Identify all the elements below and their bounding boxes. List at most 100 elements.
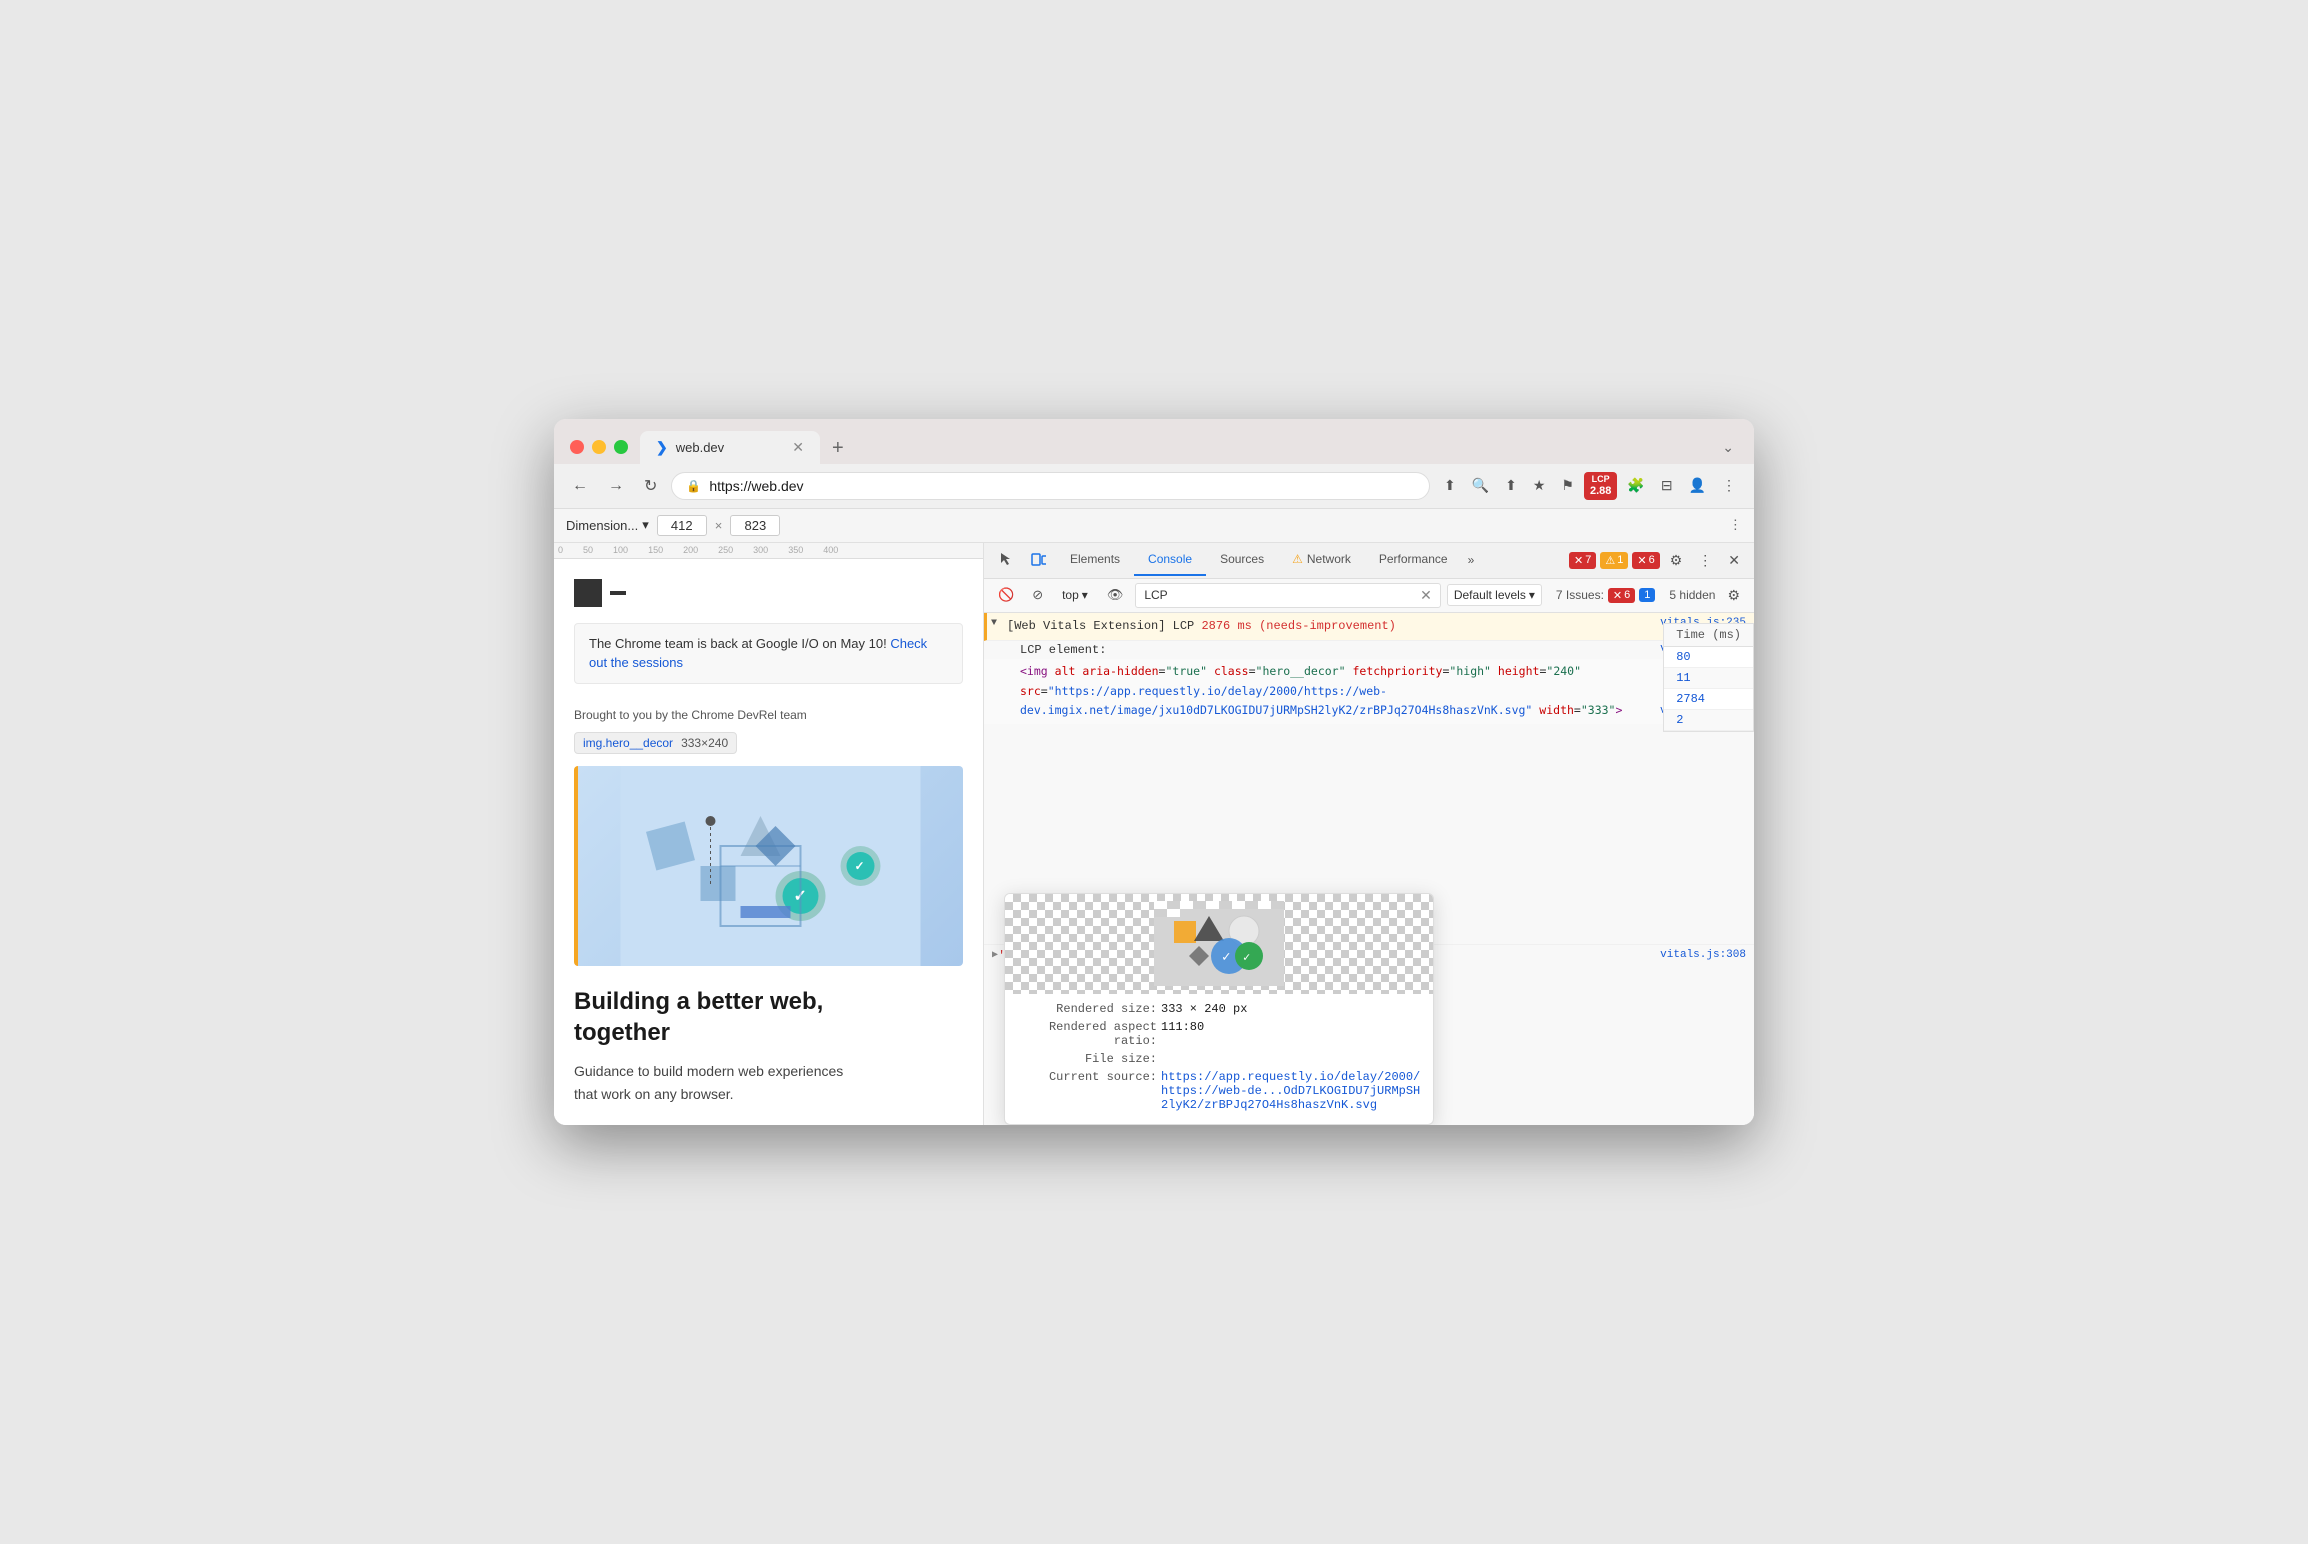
address-bar[interactable]: 🔒 https://web.dev bbox=[671, 472, 1430, 500]
time-row-2: 11 bbox=[1664, 668, 1753, 689]
devtools-tabs: Elements Console Sources ⚠ Network Perfo… bbox=[1056, 544, 1565, 576]
console-tab[interactable]: Console bbox=[1134, 544, 1206, 576]
brought-by-text: Brought to you by the Chrome DevRel team bbox=[574, 708, 963, 722]
devtools-more-button[interactable]: ⋮ bbox=[1692, 548, 1718, 573]
maximize-window-button[interactable] bbox=[614, 440, 628, 454]
refresh-button[interactable]: ↻ bbox=[638, 472, 663, 500]
log-levels-dropdown[interactable]: Default levels ▾ bbox=[1447, 584, 1542, 606]
current-source-link[interactable]: https://app.requestly.io/delay/2000/http… bbox=[1161, 1070, 1421, 1112]
time-table: Time (ms) 80 11 2784 2 bbox=[1663, 623, 1754, 732]
current-source-label: Current source: bbox=[1017, 1070, 1157, 1084]
hero-illustration-svg: ✓ ✓ bbox=[578, 766, 963, 966]
devtools-panel: Elements Console Sources ⚠ Network Perfo… bbox=[984, 543, 1754, 1125]
cursor-icon bbox=[998, 551, 1014, 567]
tab-close-button[interactable]: ✕ bbox=[792, 439, 804, 456]
traffic-lights bbox=[570, 440, 628, 454]
search-button[interactable]: 🔍 bbox=[1466, 473, 1495, 498]
issues-message-badge: 1 bbox=[1639, 588, 1655, 602]
tabs-overflow-button[interactable]: ⌄ bbox=[1718, 435, 1738, 460]
upload-button[interactable]: ⬆ bbox=[1438, 473, 1462, 498]
hidden-count-label: 5 hidden bbox=[1669, 588, 1715, 602]
notification-bar: The Chrome team is back at Google I/O on… bbox=[574, 623, 963, 684]
current-source-row: Current source: https://app.requestly.io… bbox=[1017, 1070, 1421, 1112]
file-size-label: File size: bbox=[1017, 1052, 1157, 1066]
search-clear-button[interactable]: ✕ bbox=[1420, 587, 1432, 604]
horizontal-ruler: 0 50 100 150 200 250 300 350 400 bbox=[554, 543, 983, 559]
website-content: The Chrome team is back at Google I/O on… bbox=[554, 559, 983, 1125]
context-dropdown[interactable]: top ▾ bbox=[1055, 584, 1095, 606]
file-size-row: File size: bbox=[1017, 1052, 1421, 1066]
aspect-ratio-label: Rendered aspect ratio: bbox=[1017, 1020, 1157, 1048]
lcp-entry-content: [Web Vitals Extension] LCP 2876 ms (need… bbox=[1007, 617, 1652, 636]
dimension-dropdown[interactable]: Dimension... ▾ bbox=[566, 517, 649, 533]
eye-button[interactable]: 👁 bbox=[1101, 584, 1130, 606]
lcp-console-entry: ▼ [Web Vitals Extension] LCP 2876 ms (ne… bbox=[984, 613, 1754, 641]
dimension-label: Dimension... bbox=[566, 518, 638, 533]
forward-button[interactable]: → bbox=[602, 473, 630, 499]
minimize-window-button[interactable] bbox=[592, 440, 606, 454]
title-bar: ❯ web.dev ✕ + ⌄ bbox=[554, 419, 1754, 464]
lcp-badge: LCP 2.88 bbox=[1584, 472, 1617, 500]
context-label: top bbox=[1062, 588, 1079, 602]
issues-error-icon: ✕ bbox=[1613, 589, 1622, 602]
error-badge-1: ✕ 7 bbox=[1569, 552, 1596, 569]
ruler-marks: 0 50 100 150 200 250 300 350 400 bbox=[558, 545, 838, 555]
avatar-button[interactable]: 👤 bbox=[1683, 473, 1712, 498]
flag-button[interactable]: ⚑ bbox=[1555, 473, 1580, 498]
time-row-3: 2784 bbox=[1664, 689, 1753, 710]
lcp-badge-label: LCP bbox=[1592, 474, 1610, 485]
filter-button[interactable]: ⊘ bbox=[1026, 584, 1049, 606]
entry-expand-arrow[interactable]: ▼ bbox=[991, 618, 997, 629]
inspect-element-button[interactable] bbox=[992, 543, 1020, 578]
clear-console-button[interactable]: 🚫 bbox=[992, 584, 1020, 606]
src-link[interactable]: "https://app.requestly.io/delay/2000/htt… bbox=[1020, 684, 1532, 718]
console-filter-input[interactable] bbox=[1144, 588, 1414, 602]
sidebar-button[interactable]: ⊟ bbox=[1655, 473, 1679, 498]
rendered-size-label: Rendered size: bbox=[1017, 1002, 1157, 1016]
issues-count: 7 Issues: ✕ 6 1 bbox=[1548, 585, 1664, 606]
error-icon-small: ✕ bbox=[1574, 554, 1583, 567]
new-tab-button[interactable]: + bbox=[824, 433, 852, 464]
lcp-entry-label: [Web Vitals Extension] LCP bbox=[1007, 619, 1194, 633]
console-toolbar: 🚫 ⊘ top ▾ 👁 ✕ Default levels ▾ 7 Issues: bbox=[984, 579, 1754, 613]
time-row-1: 80 bbox=[1664, 647, 1753, 668]
active-tab[interactable]: ❯ web.dev ✕ bbox=[640, 431, 820, 464]
warning-icon: ⚠ bbox=[1292, 552, 1303, 566]
browser-menu-button[interactable]: ⋮ bbox=[1716, 473, 1742, 498]
devtools-close-row: ✕ 7 ⚠ 1 ✕ 6 ⚙ ⋮ ✕ bbox=[1569, 548, 1746, 573]
tab-title: web.dev bbox=[676, 440, 724, 455]
performance-tab[interactable]: Performance bbox=[1365, 544, 1462, 576]
extension-button[interactable]: 🧩 bbox=[1621, 473, 1650, 498]
close-window-button[interactable] bbox=[570, 440, 584, 454]
content-area: 0 50 100 150 200 250 300 350 400 The C bbox=[554, 543, 1754, 1125]
context-chevron-icon: ▾ bbox=[1082, 588, 1088, 602]
img-tag: <img bbox=[1020, 664, 1048, 678]
network-tab[interactable]: ⚠ Network bbox=[1278, 544, 1365, 576]
dimension-menu-button[interactable]: ⋮ bbox=[1729, 517, 1742, 533]
elements-tab[interactable]: Elements bbox=[1056, 544, 1134, 576]
devtools-toolbar: Elements Console Sources ⚠ Network Perfo… bbox=[984, 543, 1754, 579]
nav-actions: ⬆ 🔍 ⬆ ★ ⚑ LCP 2.88 🧩 ⊟ 👤 ⋮ bbox=[1438, 472, 1742, 500]
error-icon-2: ✕ bbox=[1637, 554, 1646, 567]
time-table-header: Time (ms) bbox=[1664, 624, 1753, 647]
svg-text:✓: ✓ bbox=[855, 859, 865, 873]
back-button[interactable]: ← bbox=[566, 473, 594, 499]
console-search-bar[interactable]: ✕ bbox=[1135, 583, 1440, 608]
sources-tab[interactable]: Sources bbox=[1206, 544, 1278, 576]
console-settings-button[interactable]: ⚙ bbox=[1721, 584, 1746, 607]
devtools-settings-button[interactable]: ⚙ bbox=[1664, 548, 1689, 573]
popup-image-area: ✓ ✓ bbox=[1005, 894, 1433, 994]
share-button[interactable]: ⬆ bbox=[1499, 473, 1523, 498]
bookmark-button[interactable]: ★ bbox=[1527, 473, 1552, 498]
width-input[interactable] bbox=[657, 515, 707, 536]
rendered-size-row: Rendered size: 333 × 240 px bbox=[1017, 1002, 1421, 1016]
height-input[interactable] bbox=[730, 515, 780, 536]
device-toolbar-button[interactable] bbox=[1024, 543, 1052, 578]
svg-text:✓: ✓ bbox=[1243, 951, 1250, 965]
devtools-close-button[interactable]: ✕ bbox=[1722, 548, 1746, 573]
page-subtitle: Guidance to build modern web experiences… bbox=[574, 1060, 963, 1105]
more-tabs-button[interactable]: » bbox=[1462, 545, 1481, 575]
delta-file[interactable]: vitals.js:308 bbox=[1660, 949, 1746, 963]
lcp-ms-value: 2876 ms bbox=[1201, 619, 1251, 633]
image-size-label: 333×240 bbox=[681, 736, 728, 750]
